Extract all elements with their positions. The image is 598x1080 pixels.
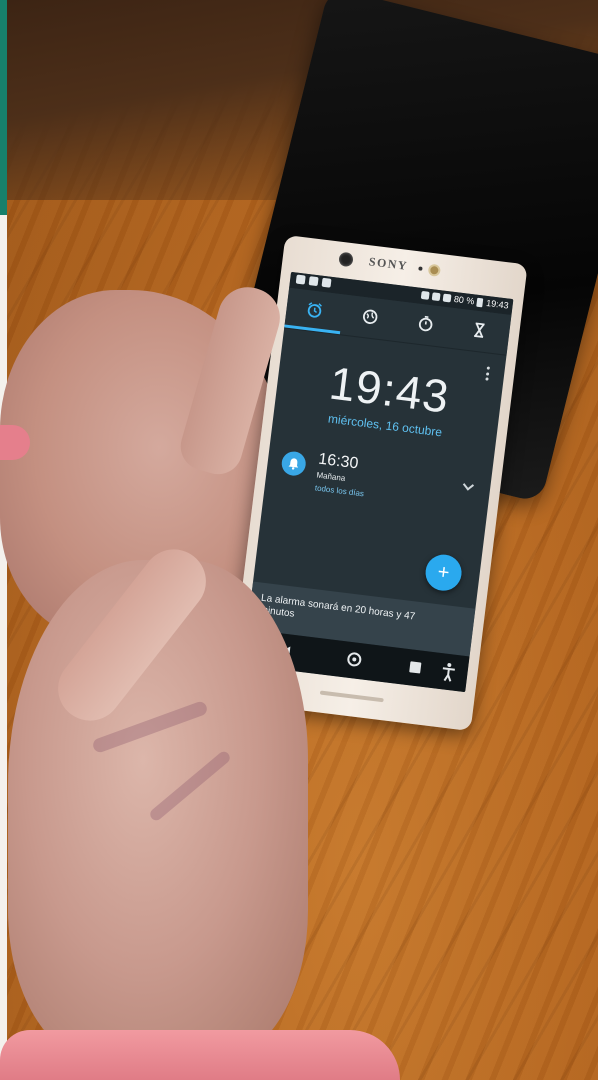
white-border-strip [0, 215, 7, 1080]
add-alarm-button[interactable]: + [423, 552, 464, 593]
battery-icon [476, 297, 484, 307]
battery-percent: 80 % [453, 293, 475, 307]
bottom-speaker [319, 690, 384, 703]
stopwatch-icon [418, 315, 433, 332]
active-tab-indicator [284, 324, 341, 335]
notification-icon [308, 276, 319, 287]
notification-icon [295, 274, 306, 285]
tab-stopwatch[interactable] [415, 312, 437, 334]
pink-sleeve [0, 1030, 400, 1080]
alarm-status-icon [420, 290, 430, 300]
tab-world-clock[interactable] [359, 306, 381, 328]
hourglass-timer-icon [474, 322, 485, 338]
notification-led [418, 266, 423, 271]
home-icon[interactable] [346, 651, 363, 668]
tab-timer[interactable] [468, 319, 490, 341]
notification-icons [295, 274, 332, 288]
signal-icon [442, 293, 452, 303]
chevron-down-icon[interactable] [462, 479, 475, 491]
alarm-time: 16:30 [317, 450, 360, 473]
tab-alarm[interactable] [303, 299, 325, 321]
alarm-repeat: todos los días [314, 483, 365, 499]
front-camera [427, 263, 442, 277]
green-border-strip [0, 0, 7, 215]
world-clock-icon [362, 309, 378, 325]
notification-icon [321, 277, 332, 288]
alarm-list-item[interactable]: 16:30 Mañana todos los días [263, 443, 493, 532]
alarm-label: Mañana [315, 470, 346, 483]
accessibility-icon[interactable] [440, 661, 456, 683]
alarm-toggle[interactable] [280, 450, 308, 477]
snackbar-message: La alarma sonará en 20 horas y 47 minuto… [258, 592, 416, 623]
proximity-sensor [338, 251, 354, 268]
phone-screen: 80 % 19:43 19:43 miércoles, 16 octubre 1… [242, 271, 514, 693]
bell-icon [288, 458, 299, 470]
status-time: 19:43 [485, 297, 510, 311]
brand-logo: SONY [368, 254, 409, 273]
wifi-icon [431, 292, 441, 302]
recent-apps-icon[interactable] [409, 661, 422, 674]
alarm-clock-icon [307, 302, 322, 318]
photo-scene: SONY 80 % 19:43 19:43 miércoles, 16 octu… [0, 0, 598, 1080]
